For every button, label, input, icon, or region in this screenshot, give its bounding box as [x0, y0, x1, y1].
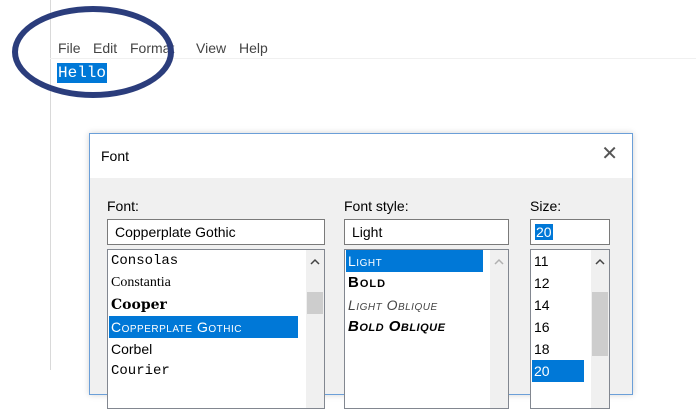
font-list-item[interactable]: Corbel	[109, 338, 301, 360]
font-style-list[interactable]: Light Bold Light Oblique Bold Oblique	[344, 249, 509, 409]
size-list-item[interactable]: 16	[532, 316, 584, 338]
font-list-scrollbar[interactable]	[306, 250, 324, 408]
chevron-up-icon[interactable]	[306, 252, 324, 270]
style-list-item[interactable]: Bold	[346, 272, 483, 294]
font-size-list[interactable]: 11 12 14 16 18 20	[530, 249, 610, 409]
dialog-title: Font	[101, 148, 130, 164]
font-list-scroll-thumb[interactable]	[307, 292, 323, 314]
size-list-item-selected[interactable]: 20	[532, 360, 584, 382]
font-list-item[interactable]: Cooper	[109, 294, 301, 316]
font-list-item[interactable]: Constantia	[109, 272, 301, 294]
font-size-value: 20	[535, 224, 553, 240]
font-list[interactable]: Consolas Constantia Cooper Copperplate G…	[107, 249, 325, 409]
menu-bar: File Edit Format View Help	[50, 38, 696, 59]
size-list-scroll-thumb[interactable]	[592, 292, 608, 356]
font-style-label: Font style:	[344, 198, 409, 214]
close-icon[interactable]: ✕	[601, 144, 618, 164]
style-list-item[interactable]: Light Oblique	[346, 294, 483, 316]
size-list-scrollbar[interactable]	[591, 250, 609, 408]
font-label: Font:	[107, 198, 139, 214]
size-label: Size:	[530, 198, 562, 214]
size-list-item[interactable]: 14	[532, 294, 584, 316]
menu-view[interactable]: View	[196, 40, 226, 56]
style-list-item[interactable]: Bold Oblique	[346, 316, 483, 338]
size-list-item[interactable]: 12	[532, 272, 584, 294]
dialog-body: Font: Copperplate Gothic Consolas Consta…	[90, 178, 632, 409]
size-list-item[interactable]: 11	[532, 250, 584, 272]
font-dialog: Font ✕ Font: Copperplate Gothic Consolas…	[89, 133, 633, 409]
chevron-up-icon[interactable]	[591, 252, 609, 270]
style-list-scrollbar[interactable]	[490, 250, 508, 408]
menu-edit[interactable]: Edit	[93, 40, 117, 56]
font-size-input[interactable]: 20	[530, 219, 610, 245]
font-list-item[interactable]: Courier	[109, 360, 301, 382]
font-style-input[interactable]: Light	[344, 219, 509, 245]
font-name-input[interactable]: Copperplate Gothic	[107, 219, 325, 245]
menu-file[interactable]: File	[58, 40, 81, 56]
chevron-up-icon[interactable]	[490, 252, 508, 270]
selected-text[interactable]: Hello	[57, 63, 108, 83]
font-list-item-selected[interactable]: Copperplate Gothic	[109, 316, 298, 338]
font-list-item[interactable]: Consolas	[109, 250, 301, 272]
menu-help[interactable]: Help	[239, 40, 268, 56]
menu-format[interactable]: Format	[130, 40, 174, 56]
style-list-item-selected[interactable]: Light	[346, 250, 483, 272]
size-list-item[interactable]: 18	[532, 338, 584, 360]
